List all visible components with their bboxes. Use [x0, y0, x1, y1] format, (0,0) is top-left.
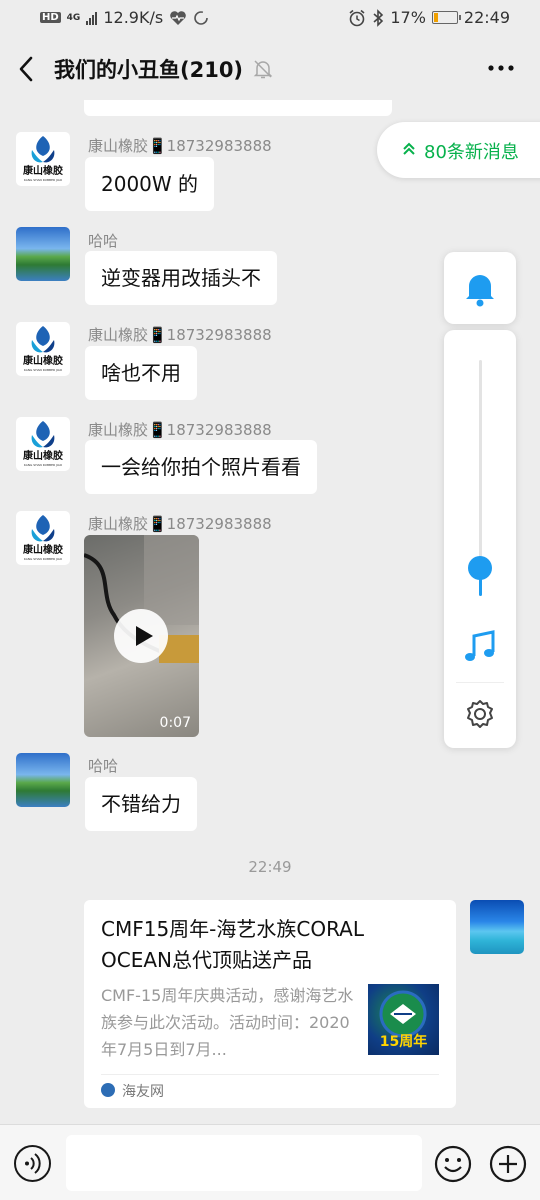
voice-waves: [25, 1153, 41, 1174]
network-type: 4G: [66, 12, 81, 23]
plus-icon[interactable]: [489, 1145, 527, 1183]
card-thumbnail: 15周年: [368, 984, 439, 1055]
card-title: CMF15周年-海艺水族CORAL OCEAN总代顶贴送产品: [101, 917, 365, 972]
message-bubble[interactable]: 不错给力: [85, 777, 197, 831]
avatar[interactable]: [16, 227, 70, 281]
battery-level: [433, 13, 438, 22]
gear-icon[interactable]: [464, 698, 496, 730]
svg-text:康山橡胶: 康山橡胶: [23, 354, 63, 367]
avatar[interactable]: 康山橡胶 KANG SHAN RUBBER JIAO: [16, 132, 70, 186]
bell-icon: [466, 275, 494, 307]
music-note-icon[interactable]: [461, 628, 499, 666]
alarm-icon: [349, 9, 365, 26]
network-speed: 12.9K/s: [103, 8, 164, 27]
time-divider: 22:49: [248, 858, 292, 876]
sync-icon: [194, 10, 208, 25]
sender-name: 哈哈: [88, 232, 119, 250]
sender-name: 康山橡胶📱18732983888: [88, 515, 272, 533]
battery-percent: 17%: [390, 8, 426, 27]
svg-text:康山橡胶: 康山橡胶: [23, 164, 63, 177]
kangshan-logo-icon: 康山橡胶 KANG SHAN RUBBER JIAO: [23, 326, 63, 372]
svg-text:KANG SHAN RUBBER JIAO: KANG SHAN RUBBER JIAO: [24, 178, 63, 182]
shared-link-card[interactable]: CMF15周年-海艺水族CORAL OCEAN总代顶贴送产品 CMF-15周年庆…: [84, 900, 456, 1108]
kangshan-logo-icon: 康山橡胶 KANG SHAN RUBBER JIAO: [23, 515, 63, 561]
chat-title: 我们的小丑鱼(210): [54, 58, 244, 82]
chat-header: 我们的小丑鱼(210): [0, 38, 540, 100]
new-messages-label: 80条新消息: [424, 142, 519, 163]
self-avatar[interactable]: [470, 900, 524, 954]
hd-badge: HD: [40, 12, 61, 23]
new-messages-button[interactable]: 80条新消息: [377, 122, 540, 178]
voice-icon[interactable]: [14, 1145, 51, 1182]
status-left: HD 4G 12.9K/s: [40, 8, 209, 27]
sender-name: 康山橡胶📱18732983888: [88, 421, 272, 439]
avatar[interactable]: 康山橡胶 KANG SHAN RUBBER JIAO: [16, 322, 70, 376]
status-bar: HD 4G 12.9K/s 17% 22:49: [0, 0, 540, 36]
status-right: 17% 22:49: [348, 8, 510, 27]
bell-off-icon: [253, 60, 273, 79]
avatar[interactable]: [16, 753, 70, 807]
svg-text:KANG SHAN RUBBER JIAO: KANG SHAN RUBBER JIAO: [24, 368, 63, 372]
panel-divider: [456, 682, 504, 683]
svg-text:康山橡胶: 康山橡胶: [23, 449, 63, 462]
more-dots-icon[interactable]: [488, 58, 514, 78]
kangshan-logo-icon: 康山橡胶 KANG SHAN RUBBER JIAO: [23, 421, 63, 467]
svg-text:KANG SHAN RUBBER JIAO: KANG SHAN RUBBER JIAO: [24, 463, 63, 467]
video-message[interactable]: 0:07: [84, 535, 199, 737]
kangshan-logo-icon: 康山橡胶 KANG SHAN RUBBER JIAO: [23, 136, 63, 182]
sender-name: 康山橡胶📱18732983888: [88, 137, 272, 155]
message-bubble[interactable]: 2000W 的: [85, 157, 215, 211]
play-icon[interactable]: [114, 609, 168, 663]
svg-text:康山橡胶: 康山橡胶: [23, 543, 63, 556]
bluetooth-icon: [373, 8, 384, 27]
floating-control-panel: [444, 330, 516, 748]
message-bubble[interactable]: 逆变器用改插头不: [85, 251, 277, 305]
avatar[interactable]: 康山橡胶 KANG SHAN RUBBER JIAO: [16, 417, 70, 471]
input-bar: [0, 1124, 540, 1200]
partial-message-bubble: [84, 100, 392, 116]
chevron-left-icon[interactable]: [16, 56, 38, 82]
signal-icon: [86, 11, 98, 25]
card-source: 海友网: [122, 1084, 164, 1100]
avatar[interactable]: 康山橡胶 KANG SHAN RUBBER JIAO: [16, 511, 70, 565]
message-input[interactable]: [66, 1135, 422, 1191]
heart-rate-icon: [170, 10, 186, 25]
source-icon: [101, 1083, 115, 1097]
volume-slider-knob[interactable]: [468, 555, 492, 580]
card-description: CMF-15周年庆典活动，感谢海艺水族参与此次活动。活动时间：2020年7月5日…: [101, 986, 354, 1059]
floating-bell-button[interactable]: [444, 252, 516, 324]
card-thumb-badge: 15周年: [379, 1034, 428, 1050]
message-bubble[interactable]: 啥也不用: [85, 346, 197, 400]
svg-text:KANG SHAN RUBBER JIAO: KANG SHAN RUBBER JIAO: [24, 557, 63, 561]
double-chevron-up-icon: [403, 142, 415, 155]
sender-name: 哈哈: [88, 757, 119, 775]
battery-icon: [431, 11, 461, 24]
clock: 22:49: [463, 8, 510, 27]
video-duration: 0:07: [159, 715, 191, 731]
emoji-icon[interactable]: [434, 1145, 472, 1183]
sender-name: 康山橡胶📱18732983888: [88, 326, 272, 344]
message-bubble[interactable]: 一会给你拍个照片看看: [85, 440, 317, 494]
card-divider: [101, 1074, 439, 1075]
